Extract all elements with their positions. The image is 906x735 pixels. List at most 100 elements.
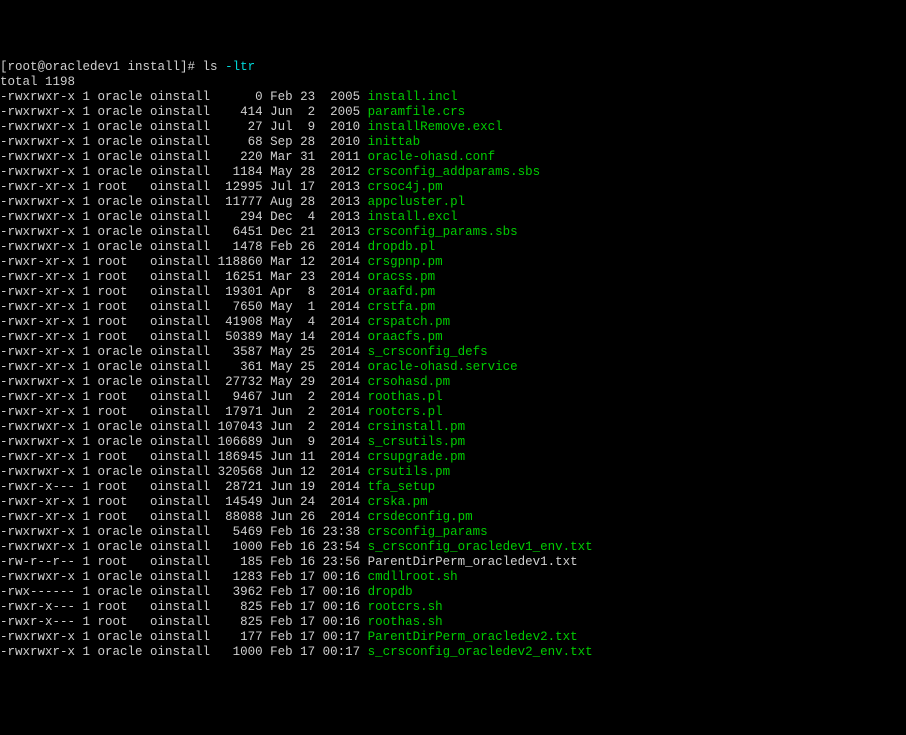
file-links: 1	[75, 510, 90, 524]
file-group: oinstall	[143, 105, 211, 119]
file-date: May 25 2014	[263, 345, 368, 359]
file-perms: -rw-r--r--	[0, 555, 75, 569]
file-row: -rwxr-xr-x 1 root oinstall 14549 Jun 24 …	[0, 495, 906, 510]
file-row: -rwxr-xr-x 1 root oinstall 17971 Jun 2 2…	[0, 405, 906, 420]
file-name: crstfa.pm	[368, 300, 436, 314]
file-name: oracle-ohasd.service	[368, 360, 518, 374]
file-size: 11777	[210, 195, 263, 209]
file-row: -rwxr-xr-x 1 root oinstall 50389 May 14 …	[0, 330, 906, 345]
file-links: 1	[75, 525, 90, 539]
file-links: 1	[75, 645, 90, 659]
file-row: -rwxrwxr-x 1 oracle oinstall 1283 Feb 17…	[0, 570, 906, 585]
file-size: 825	[210, 600, 263, 614]
file-date: Jul 17 2013	[263, 180, 368, 194]
file-size: 185	[210, 555, 263, 569]
file-owner: root	[90, 285, 143, 299]
file-perms: -rwxrwxr-x	[0, 630, 75, 644]
file-name: paramfile.crs	[368, 105, 466, 119]
file-size: 68	[210, 135, 263, 149]
file-group: oinstall	[143, 345, 211, 359]
file-date: May 28 2012	[263, 165, 368, 179]
file-size: 19301	[210, 285, 263, 299]
file-name: oraacfs.pm	[368, 330, 443, 344]
file-date: Jun 19 2014	[263, 480, 368, 494]
file-size: 41908	[210, 315, 263, 329]
file-date: May 25 2014	[263, 360, 368, 374]
file-perms: -rwxrwxr-x	[0, 570, 75, 584]
file-date: Feb 17 00:17	[263, 630, 368, 644]
file-row: -rwxr-xr-x 1 root oinstall 19301 Apr 8 2…	[0, 285, 906, 300]
file-perms: -rwxrwxr-x	[0, 210, 75, 224]
file-perms: -rwxrwxr-x	[0, 105, 75, 119]
file-perms: -rwxr-xr-x	[0, 510, 75, 524]
file-owner: oracle	[90, 570, 143, 584]
file-group: oinstall	[143, 570, 211, 584]
file-row: -rwxrwxr-x 1 oracle oinstall 27732 May 2…	[0, 375, 906, 390]
file-links: 1	[75, 105, 90, 119]
file-row: -rwxrwxr-x 1 oracle oinstall 0 Feb 23 20…	[0, 90, 906, 105]
file-size: 294	[210, 210, 263, 224]
file-name: s_crsconfig_oracledev2_env.txt	[368, 645, 593, 659]
file-links: 1	[75, 135, 90, 149]
file-row: -rwxrwxr-x 1 oracle oinstall 320568 Jun …	[0, 465, 906, 480]
command-name: ls	[203, 60, 226, 74]
file-owner: root	[90, 300, 143, 314]
file-row: -rwxrwxr-x 1 oracle oinstall 1000 Feb 17…	[0, 645, 906, 660]
file-name: crsconfig_params	[368, 525, 488, 539]
file-row: -rwxrwxr-x 1 oracle oinstall 11777 Aug 2…	[0, 195, 906, 210]
file-size: 50389	[210, 330, 263, 344]
file-links: 1	[75, 165, 90, 179]
file-owner: oracle	[90, 210, 143, 224]
file-links: 1	[75, 345, 90, 359]
file-perms: -rwxr-xr-x	[0, 270, 75, 284]
file-size: 27	[210, 120, 263, 134]
file-owner: root	[90, 180, 143, 194]
file-size: 7650	[210, 300, 263, 314]
file-row: -rwxrwxr-x 1 oracle oinstall 106689 Jun …	[0, 435, 906, 450]
file-name: dropdb	[368, 585, 413, 599]
file-size: 12995	[210, 180, 263, 194]
file-row: -rwxr-xr-x 1 oracle oinstall 361 May 25 …	[0, 360, 906, 375]
file-size: 27732	[210, 375, 263, 389]
file-row: -rw-r--r-- 1 root oinstall 185 Feb 16 23…	[0, 555, 906, 570]
file-size: 1000	[210, 645, 263, 659]
file-owner: oracle	[90, 240, 143, 254]
file-name: crsupgrade.pm	[368, 450, 466, 464]
prompt-prefix: [root@oracledev1 install]#	[0, 60, 203, 74]
file-perms: -rwxr-xr-x	[0, 255, 75, 269]
file-name: s_crsconfig_oracledev1_env.txt	[368, 540, 593, 554]
file-perms: -rwxrwxr-x	[0, 465, 75, 479]
file-size: 6451	[210, 225, 263, 239]
file-name: crsconfig_addparams.sbs	[368, 165, 541, 179]
file-perms: -rwxr-xr-x	[0, 315, 75, 329]
file-date: Mar 31 2011	[263, 150, 368, 164]
file-links: 1	[75, 405, 90, 419]
file-perms: -rwxrwxr-x	[0, 165, 75, 179]
file-size: 361	[210, 360, 263, 374]
terminal-output: [root@oracledev1 install]# ls -ltrtotal …	[0, 60, 906, 660]
file-links: 1	[75, 315, 90, 329]
file-size: 414	[210, 105, 263, 119]
file-owner: oracle	[90, 630, 143, 644]
file-size: 5469	[210, 525, 263, 539]
file-name: install.excl	[368, 210, 458, 224]
file-name: tfa_setup	[368, 480, 436, 494]
prompt-line[interactable]: [root@oracledev1 install]# ls -ltr	[0, 60, 906, 75]
file-perms: -rwxrwxr-x	[0, 90, 75, 104]
file-group: oinstall	[143, 300, 211, 314]
file-date: Feb 17 00:16	[263, 600, 368, 614]
file-links: 1	[75, 480, 90, 494]
total-line: total 1198	[0, 75, 906, 90]
file-row: -rwx------ 1 oracle oinstall 3962 Feb 17…	[0, 585, 906, 600]
file-links: 1	[75, 300, 90, 314]
file-perms: -rwxr-xr-x	[0, 285, 75, 299]
file-size: 3962	[210, 585, 263, 599]
file-size: 3587	[210, 345, 263, 359]
file-owner: root	[90, 390, 143, 404]
file-links: 1	[75, 180, 90, 194]
file-perms: -rwxr-xr-x	[0, 180, 75, 194]
file-date: Dec 4 2013	[263, 210, 368, 224]
file-owner: root	[90, 600, 143, 614]
file-size: 186945	[210, 450, 263, 464]
file-group: oinstall	[143, 165, 211, 179]
